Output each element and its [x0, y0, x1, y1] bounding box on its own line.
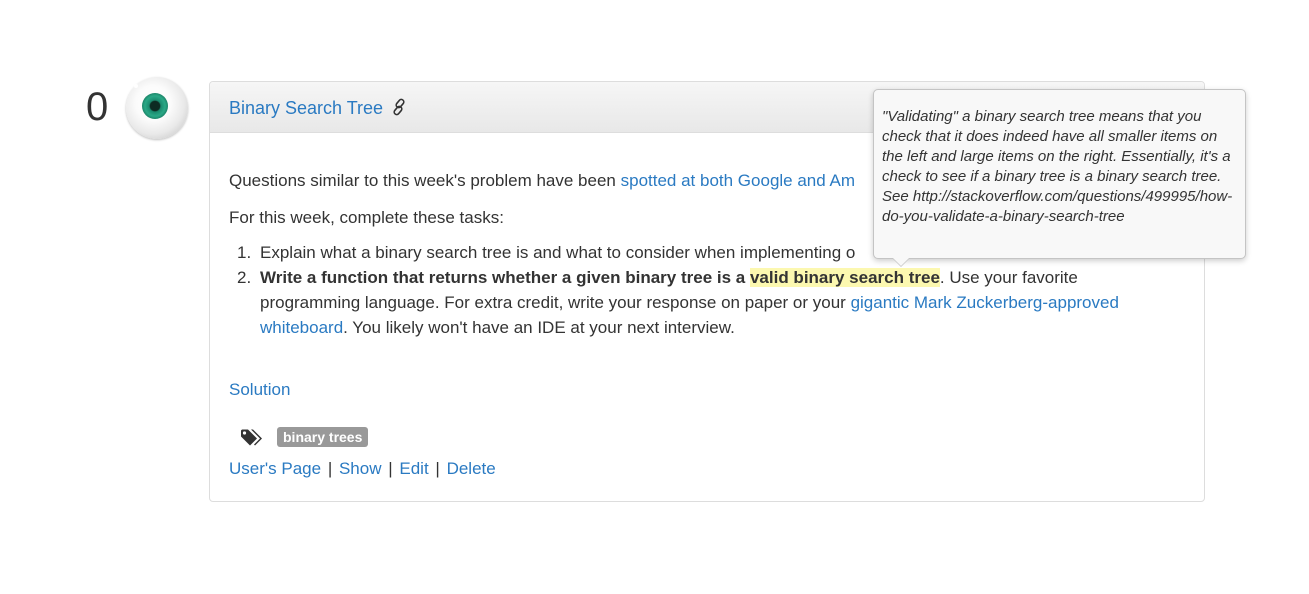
- separator: |: [435, 459, 440, 478]
- vote-count: 0: [86, 85, 109, 129]
- highlighted-term[interactable]: valid binary search tree: [749, 268, 940, 287]
- intro-text: Questions similar to this week's problem…: [229, 171, 621, 190]
- post-actions: User's Page | Show | Edit | Delete: [229, 459, 496, 479]
- tasks-heading: For this week, complete these tasks:: [229, 208, 504, 227]
- task-text: Explain what a binary search tree is and…: [260, 243, 856, 262]
- task-text-end: . You likely won't have an IDE at your n…: [343, 318, 735, 337]
- delete-link[interactable]: Delete: [447, 459, 496, 478]
- separator: |: [327, 459, 333, 478]
- show-link[interactable]: Show: [339, 459, 382, 478]
- avatar-glint: [134, 84, 138, 88]
- avatar-iris: [142, 93, 168, 119]
- post-title: Binary Search Tree: [229, 98, 384, 118]
- tooltip-arrow-inner: [893, 258, 909, 266]
- task-number: 1.: [237, 243, 252, 262]
- tags-icon: [241, 429, 262, 446]
- users-page-link[interactable]: User's Page: [229, 459, 321, 478]
- intro-link[interactable]: spotted at both Google and Am: [621, 171, 855, 190]
- task-item: 2. Write a function that returns whether…: [229, 265, 1179, 340]
- edit-link[interactable]: Edit: [399, 459, 428, 478]
- task-bold-text: Write a function that returns whether a …: [260, 268, 940, 287]
- definition-tooltip: "Validating" a binary search tree means …: [873, 89, 1246, 267]
- intro-paragraph: Questions similar to this week's problem…: [229, 168, 855, 193]
- task-number: 2.: [237, 268, 252, 287]
- task-bold-prefix: Write a function that returns whether a …: [260, 268, 750, 287]
- post-title-link[interactable]: Binary Search Tree: [229, 98, 408, 119]
- solution-link[interactable]: Solution: [229, 380, 290, 400]
- separator: |: [388, 459, 393, 478]
- tag-badge[interactable]: binary trees: [277, 427, 369, 447]
- link-icon: [393, 98, 405, 116]
- tooltip-text: "Validating" a binary search tree means …: [882, 108, 1233, 225]
- user-avatar[interactable]: [126, 77, 188, 139]
